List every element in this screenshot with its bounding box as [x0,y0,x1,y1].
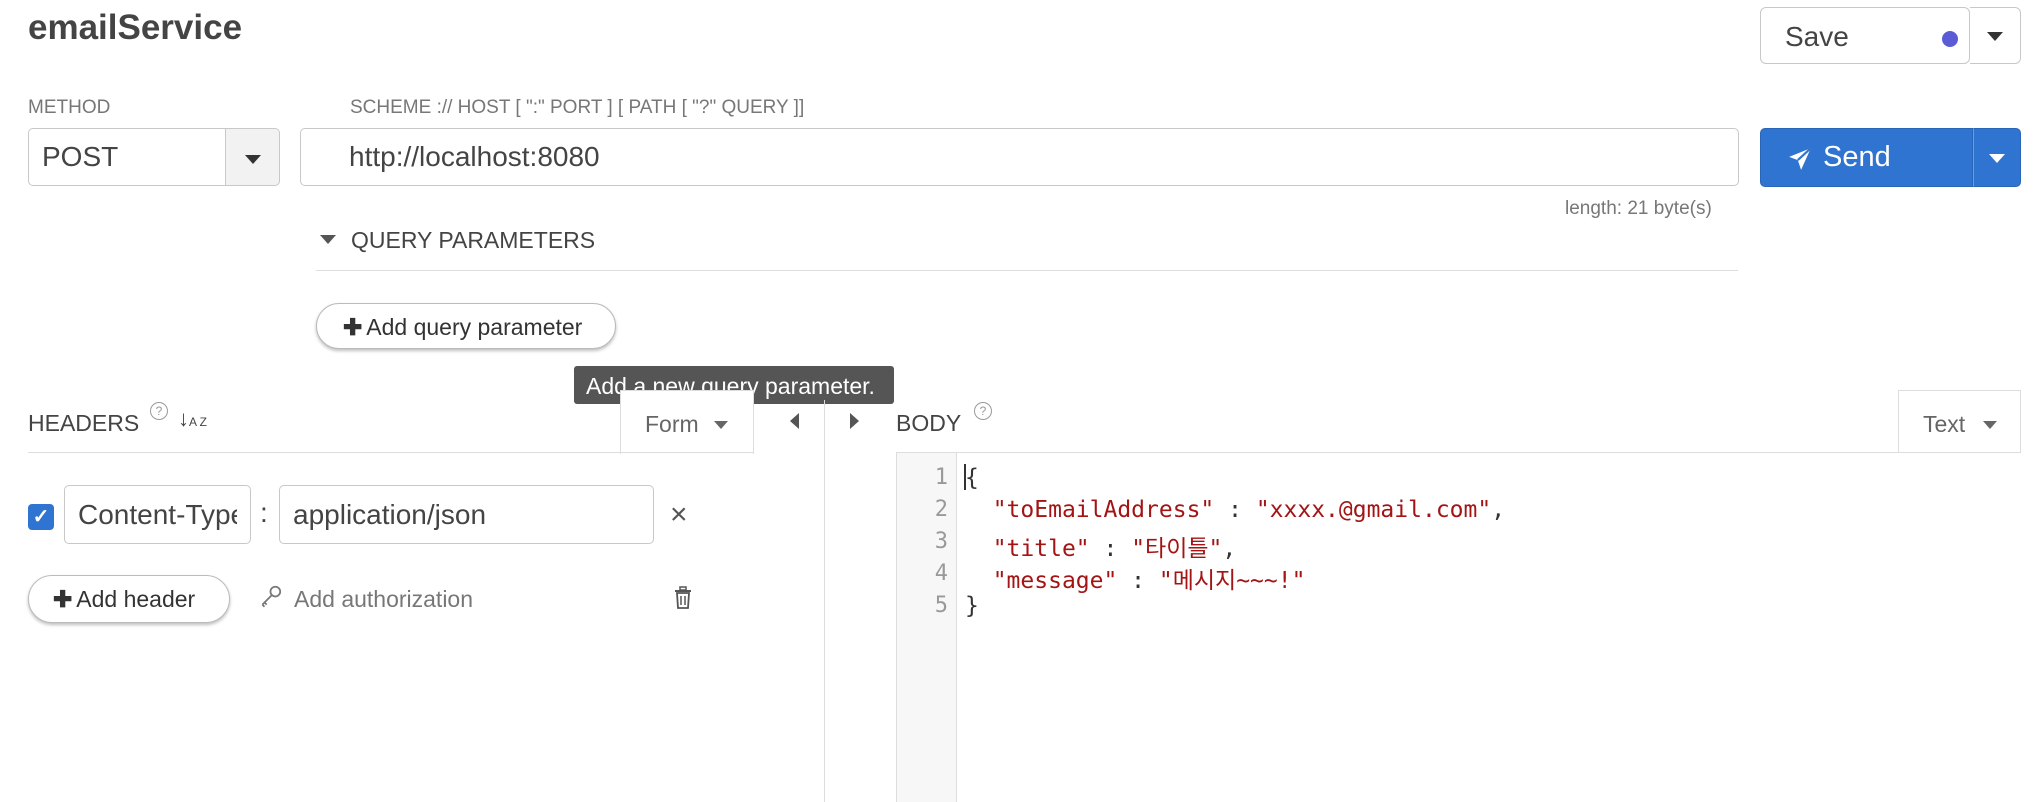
paper-plane-icon [1789,147,1812,170]
save-options-button[interactable] [1970,7,2021,64]
body-editor[interactable]: 1 2 3 4 5 { "toEmailAddress" : "xxxx.@gm… [896,453,2021,802]
chevron-down-icon [1989,154,2005,163]
add-header-label: Add header [76,586,196,612]
divider [28,452,754,453]
save-button[interactable]: Save [1760,7,1970,64]
body-mode-select[interactable]: Text [1898,390,2021,454]
chevron-down-icon [245,155,261,164]
headers-mode-select[interactable]: Form [620,390,754,454]
body-mode-label: Text [1923,411,1966,437]
collapse-right-icon[interactable] [850,413,859,429]
send-options-button[interactable] [1973,128,2021,187]
add-authorization-link[interactable]: Add authorization [294,586,473,613]
header-enabled-checkbox[interactable]: ✓ [28,504,54,530]
save-label: Save [1785,21,1849,52]
line-number: 2 [934,497,948,522]
divider [316,270,1738,271]
code-line: "title" : "타이틀", [992,536,1237,562]
send-label: Send [1823,141,1891,173]
headers-title: HEADERS [28,410,140,436]
line-number: 1 [934,465,948,490]
trash-icon[interactable] [673,586,693,610]
send-button[interactable]: Send [1760,128,1973,187]
add-query-parameter-button[interactable]: ✚ Add query parameter [316,303,616,349]
line-number-gutter: 1 2 3 4 5 [897,453,957,802]
url-length-text: length: 21 byte(s) [1565,198,1712,219]
url-format-label: SCHEME :// HOST [ ":" PORT ] [ PATH [ "?… [350,97,805,118]
request-title: emailService [28,8,243,47]
code-line: } [965,593,979,619]
method-label: METHOD [28,97,111,118]
line-number: 3 [934,529,948,554]
plus-icon: ✚ [343,314,363,340]
help-icon[interactable]: ? [150,402,168,420]
plus-icon: ✚ [53,586,73,612]
pane-splitter[interactable] [824,400,825,802]
header-name-input[interactable] [64,485,251,544]
method-dropdown-button[interactable] [225,128,280,186]
body-title: BODY [896,410,962,436]
line-number: 5 [934,593,948,618]
chevron-down-icon [1987,32,2003,41]
help-icon[interactable]: ? [974,402,992,420]
url-input[interactable] [300,128,1739,186]
header-separator: : [260,497,268,528]
unsaved-indicator-dot [1942,31,1958,47]
method-value: POST [42,141,119,172]
remove-header-icon[interactable]: × [670,498,688,532]
chevron-down-icon [1983,421,1997,429]
code-line: "toEmailAddress" : "xxxx.@gmail.com", [992,497,1506,523]
add-header-button[interactable]: ✚ Add header [28,575,230,623]
chevron-down-icon [714,421,728,429]
line-number: 4 [934,561,948,586]
header-value-input[interactable] [279,485,654,544]
method-select[interactable]: POST [28,128,226,186]
key-icon [261,585,282,608]
add-query-parameter-label: Add query parameter [366,314,583,340]
collapse-caret-icon[interactable] [320,235,336,244]
query-parameters-toggle[interactable]: QUERY PARAMETERS [351,227,595,254]
sort-alpha-icon[interactable]: ↓A Z [178,406,207,432]
collapse-left-icon[interactable] [790,413,799,429]
code-line: { [965,465,979,491]
headers-mode-label: Form [645,411,699,437]
code-line: "message" : "메시지~~~!" [992,568,1306,594]
